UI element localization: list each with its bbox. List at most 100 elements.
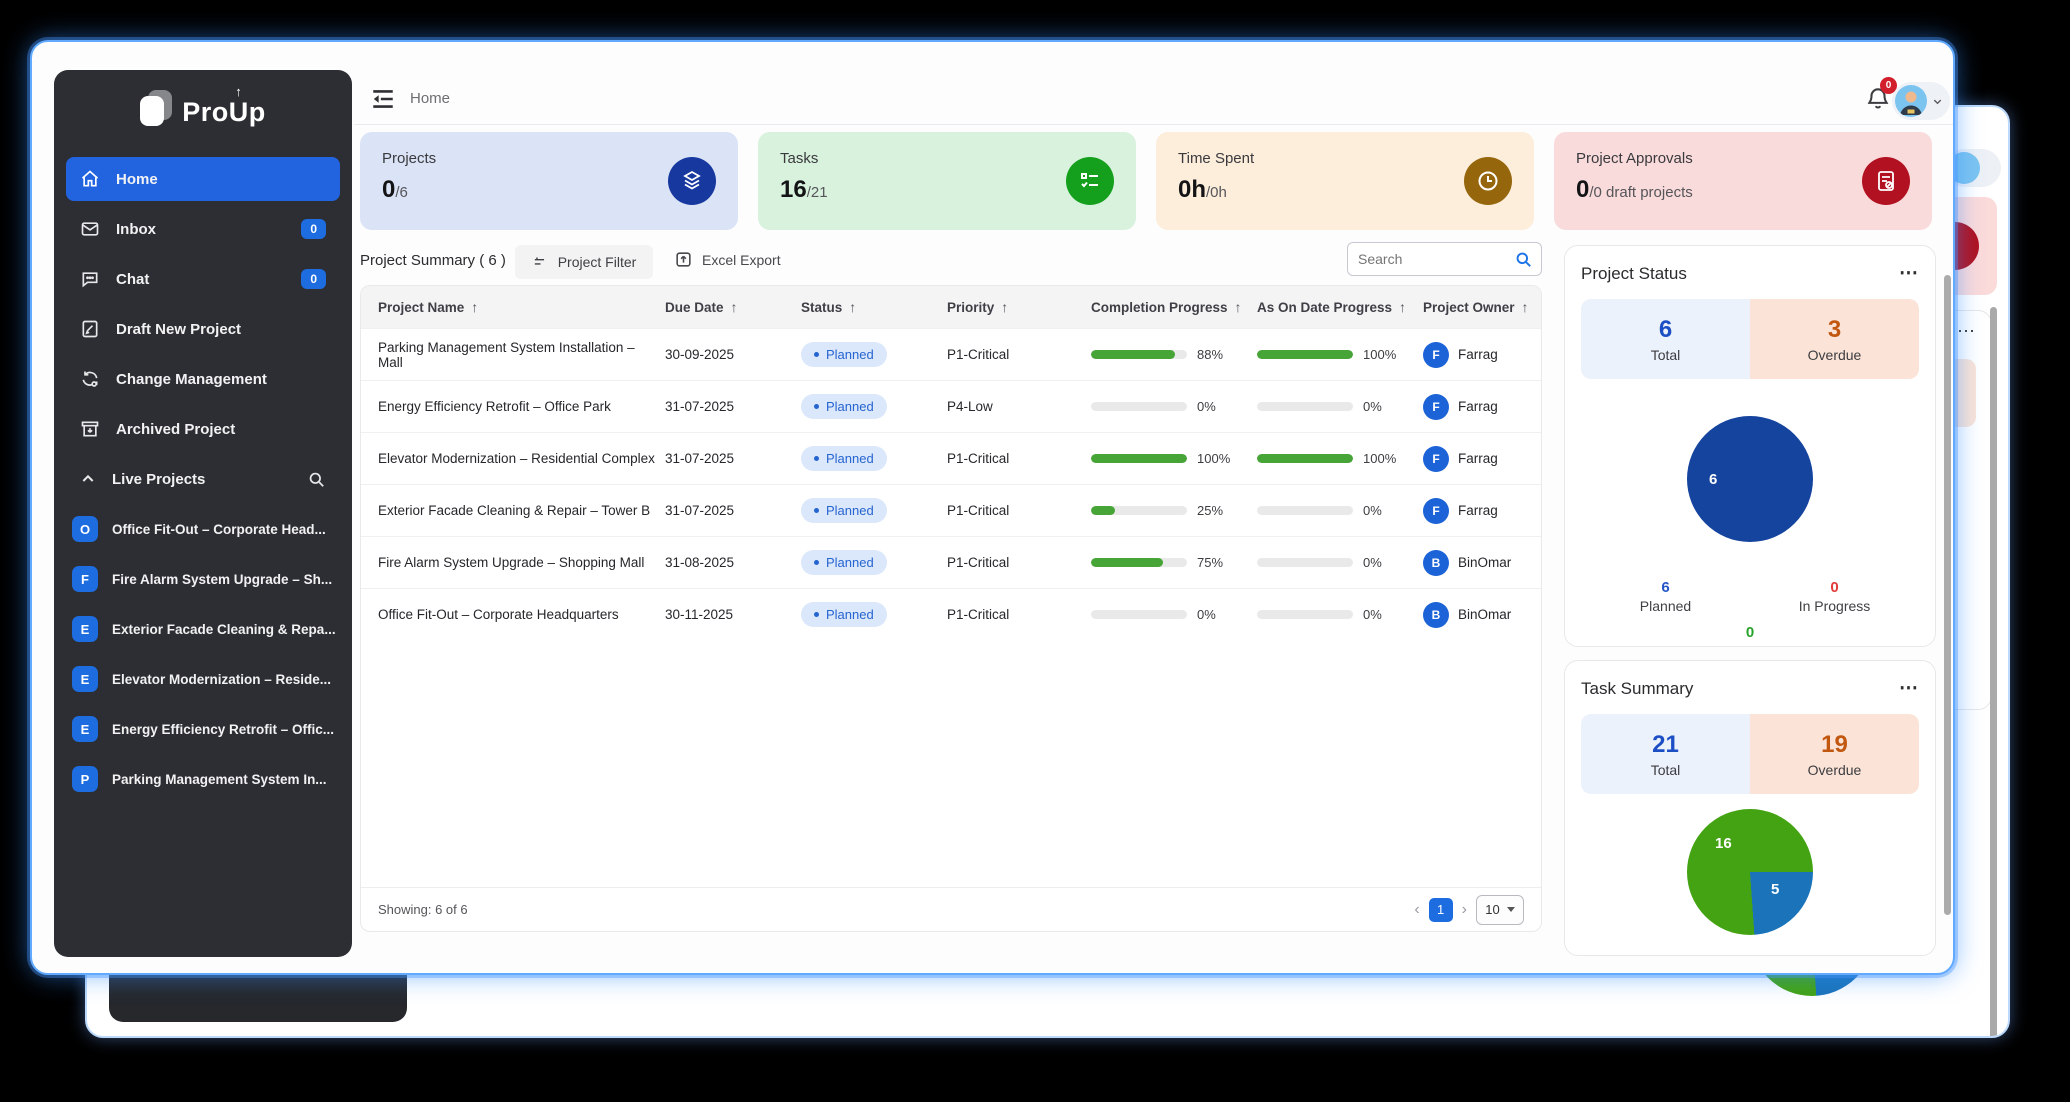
sort-icon: ↑	[1001, 299, 1008, 315]
status-badge: Planned	[801, 446, 887, 471]
column-header[interactable]: Status↑	[801, 299, 947, 315]
project-initial-chip: P	[72, 766, 98, 792]
table-row[interactable]: Exterior Facade Cleaning & Repair – Towe…	[361, 484, 1541, 536]
table-row[interactable]: Parking Management System Installation –…	[361, 328, 1541, 380]
sidebar-project-item[interactable]: F Fire Alarm System Upgrade – Sh...	[66, 554, 340, 604]
scrollbar	[1990, 307, 1997, 1038]
overdue-tile: 3 Overdue	[1750, 299, 1919, 379]
logo-icon	[140, 94, 170, 130]
approval-document-icon	[1862, 157, 1910, 205]
project-initial-chip: E	[72, 666, 98, 692]
column-header[interactable]: Completion Progress↑	[1091, 299, 1257, 315]
stat-card-projects: Projects 0/6	[360, 132, 738, 230]
kebab-menu-icon[interactable]: ⋯	[1899, 262, 1919, 285]
status-badge: Planned	[801, 394, 887, 419]
layers-icon	[668, 157, 716, 205]
sidebar: ProU↑p Home Inbox 0 Chat 0 Draft New Pro…	[54, 70, 352, 957]
sidebar-item-home[interactable]: Home	[66, 157, 340, 201]
completion-progress: 25%	[1091, 503, 1257, 518]
project-initial-chip: E	[72, 616, 98, 642]
sort-icon: ↑	[471, 299, 478, 315]
sort-icon: ↑	[1399, 299, 1406, 315]
project-owner: FFarrag	[1423, 446, 1542, 472]
table-title: Project Summary ( 6 )	[360, 252, 506, 269]
sidebar-project-item[interactable]: E Elevator Modernization – Reside...	[66, 654, 340, 704]
table-row[interactable]: Fire Alarm System Upgrade – Shopping Mal…	[361, 536, 1541, 588]
sort-icon: ↑	[1522, 299, 1529, 315]
kebab-menu-icon: ⋯	[1957, 321, 1977, 342]
logo-text: ProU↑p	[182, 97, 266, 128]
column-header[interactable]: Priority↑	[947, 299, 1091, 315]
table-row[interactable]: Elevator Modernization – Residential Com…	[361, 432, 1541, 484]
chat-icon	[80, 269, 100, 289]
column-header[interactable]: Project Owner↑	[1423, 299, 1542, 315]
owner-avatar: F	[1423, 394, 1449, 420]
total-tile: 6 Total	[1581, 299, 1750, 379]
owner-avatar: B	[1423, 550, 1449, 576]
column-header[interactable]: Due Date↑	[665, 299, 801, 315]
column-header[interactable]: As On Date Progress↑	[1257, 299, 1423, 315]
avatar	[1895, 85, 1927, 117]
kebab-menu-icon[interactable]: ⋯	[1899, 677, 1919, 700]
as-on-date-progress: 0%	[1257, 607, 1423, 622]
inbox-badge: 0	[301, 219, 326, 239]
column-header[interactable]: Project Name↑	[361, 299, 665, 315]
status-badge: Planned	[801, 342, 887, 367]
page-size-select[interactable]: 10	[1476, 895, 1524, 925]
sidebar-project-item[interactable]: E Exterior Facade Cleaning & Repa...	[66, 604, 340, 654]
as-on-date-progress: 100%	[1257, 347, 1423, 362]
stat-card-time-spent: Time Spent 0h/0h	[1156, 132, 1534, 230]
scrollbar[interactable]	[1944, 275, 1951, 915]
clock-icon	[1464, 157, 1512, 205]
table-header-row: Project Name↑ Due Date↑ Status↑ Priority…	[361, 286, 1541, 328]
as-on-date-progress: 0%	[1257, 399, 1423, 414]
project-status-card: Project Status ⋯ 6 Total 3 Overdue 6 6Pl…	[1564, 245, 1936, 647]
sidebar-project-item[interactable]: E Energy Efficiency Retrofit – Offic...	[66, 704, 340, 754]
sidebar-item-archived-project[interactable]: Archived Project	[66, 404, 340, 454]
total-tile: 21 Total	[1581, 714, 1750, 794]
chevron-down-icon	[1932, 96, 1943, 107]
search-icon[interactable]	[1514, 250, 1533, 269]
completion-progress: 0%	[1091, 399, 1257, 414]
sidebar-project-item[interactable]: O Office Fit-Out – Corporate Head...	[66, 504, 340, 554]
owner-avatar: B	[1423, 602, 1449, 628]
project-filter-button[interactable]: Project Filter	[515, 245, 653, 279]
sidebar-collapse-icon[interactable]	[370, 86, 396, 112]
page-number-button[interactable]: 1	[1429, 898, 1453, 922]
search-icon[interactable]	[307, 470, 326, 489]
project-owner: FFarrag	[1423, 342, 1542, 368]
project-initial-chip: F	[72, 566, 98, 592]
table-row[interactable]: Office Fit-Out – Corporate Headquarters …	[361, 588, 1541, 640]
as-on-date-progress: 100%	[1257, 451, 1423, 466]
sidebar-item-change-management[interactable]: Change Management	[66, 354, 340, 404]
sidebar-project-item[interactable]: P Parking Management System In...	[66, 754, 340, 804]
sidebar-section-live-projects[interactable]: Live Projects	[66, 454, 340, 504]
card-title: Project Status	[1581, 264, 1687, 284]
sidebar-item-inbox[interactable]: Inbox 0	[66, 204, 340, 254]
next-page-button[interactable]: ›	[1462, 901, 1467, 919]
completion-progress: 0%	[1091, 607, 1257, 622]
task-summary-card: Task Summary ⋯ 21 Total 19 Overdue 16 5 …	[1564, 660, 1936, 956]
checklist-icon	[1066, 157, 1114, 205]
pie-legend: 6Planned 0In Progress 0Completed	[1581, 579, 1919, 647]
table-row[interactable]: Energy Efficiency Retrofit – Office Park…	[361, 380, 1541, 432]
chevron-up-icon	[80, 471, 96, 487]
previous-page-button[interactable]: ‹	[1414, 901, 1419, 919]
inbox-icon	[80, 219, 100, 239]
change-management-icon	[80, 369, 100, 389]
search-input[interactable]	[1358, 243, 1508, 275]
excel-export-button[interactable]: Excel Export	[674, 250, 781, 269]
owner-avatar: F	[1423, 446, 1449, 472]
project-owner: FFarrag	[1423, 498, 1542, 524]
home-icon	[80, 169, 100, 189]
as-on-date-progress: 0%	[1257, 555, 1423, 570]
sidebar-item-draft-new-project[interactable]: Draft New Project	[66, 304, 340, 354]
breadcrumb[interactable]: Home	[410, 90, 450, 107]
status-badge: Planned	[801, 550, 887, 575]
archive-icon	[80, 419, 100, 439]
sort-icon: ↑	[849, 299, 856, 315]
sort-icon: ↑	[731, 299, 738, 315]
chat-badge: 0	[301, 269, 326, 289]
user-menu[interactable]	[1892, 82, 1950, 120]
sidebar-item-chat[interactable]: Chat 0	[66, 254, 340, 304]
